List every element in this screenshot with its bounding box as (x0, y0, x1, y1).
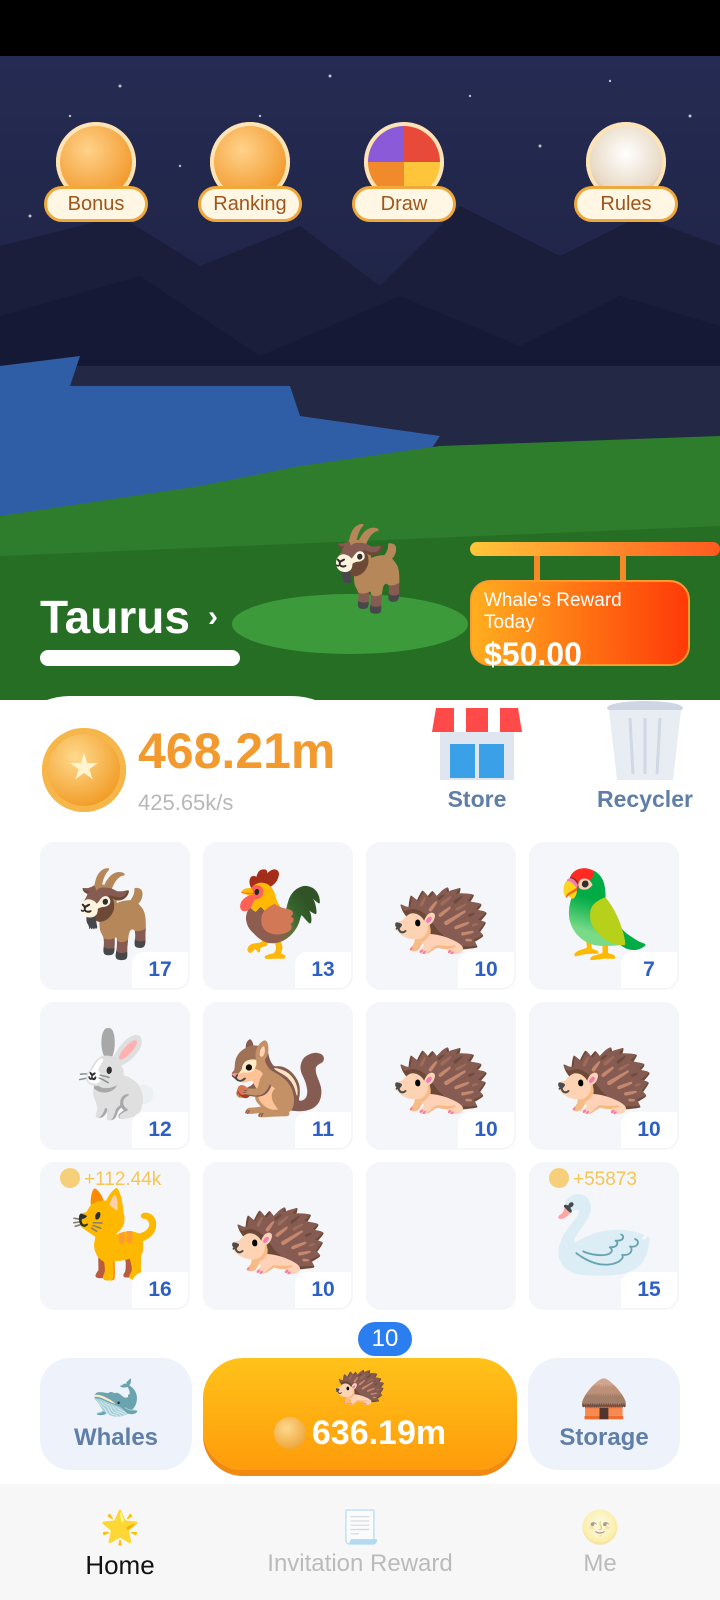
whale-reward-title: Whale's Reward Today (484, 590, 622, 633)
level-badge: 7 (621, 952, 677, 988)
grid-cell[interactable]: 🐓 13 (203, 842, 353, 990)
hedgehog-icon: 🦔 (388, 867, 494, 961)
store-label: Store (447, 786, 507, 812)
grid-cell[interactable]: 🦜 7 (529, 842, 679, 990)
coin-balance: 468.21m (138, 723, 336, 779)
chevron-right-icon[interactable]: › (208, 600, 218, 634)
reward-rod (470, 542, 720, 556)
nav-home-label: Home (85, 1550, 155, 1580)
coin-icon: ★ (42, 728, 126, 812)
bottom-nav: 🌟 Home 📃 Invitation Reward 🌝 Me (0, 1484, 720, 1600)
reward-post-left (534, 556, 540, 582)
grid-cell[interactable]: 🦔 10 (366, 842, 516, 990)
level-badge: 10 (458, 952, 514, 988)
whales-button[interactable]: 🐋 Whales (40, 1358, 192, 1470)
hedgehog-icon: 🦔 (388, 1027, 494, 1121)
level-badge: 10 (295, 1272, 351, 1308)
hut-icon: 🛖 (579, 1376, 629, 1420)
bonus-button[interactable]: Bonus (44, 122, 148, 224)
buy-animal-button[interactable]: 🦔 636.19m (203, 1358, 517, 1470)
draw-label: Draw (352, 186, 456, 222)
bonus-label: Bonus (44, 186, 148, 222)
nav-me-label: Me (583, 1550, 617, 1577)
storage-label: Storage (559, 1424, 649, 1451)
star-icon: 🌟 (100, 1509, 140, 1545)
grid-cell[interactable]: 🦔 10 (203, 1162, 353, 1310)
grid-cell-empty[interactable] (366, 1162, 516, 1310)
level-badge: 13 (295, 952, 351, 988)
whale-reward-amount: $50.00 (484, 636, 582, 672)
chipmunk-icon: 🐿️ (225, 1027, 331, 1121)
nav-me[interactable]: 🌝 Me (550, 1484, 650, 1600)
goat-icon: 🐐 (62, 867, 168, 961)
grid-cell[interactable]: 🦔 10 (529, 1002, 679, 1150)
goat-pet-icon[interactable]: 🐐 (318, 522, 420, 618)
whale-reward-card[interactable]: Whale's Reward Today $50.00 (470, 580, 690, 672)
swan-icon: 🦢 (551, 1187, 657, 1281)
store-icon (432, 708, 522, 780)
zodiac-title[interactable]: Taurus (40, 590, 190, 644)
buy-level-badge: 10 (358, 1322, 412, 1356)
store-button[interactable]: Store (432, 700, 522, 820)
moon-face-icon: 🌝 (580, 1509, 620, 1545)
parrot-icon: 🦜 (551, 867, 657, 961)
hedgehog-icon: 🦔 (551, 1027, 657, 1121)
recycler-button[interactable]: Recycler (597, 700, 693, 820)
hedgehog-icon: 🦔 (225, 1187, 331, 1281)
grid-cell[interactable]: 🐿️ 11 (203, 1002, 353, 1150)
level-badge: 12 (132, 1112, 188, 1148)
level-badge: 10 (621, 1112, 677, 1148)
nav-invitation-reward[interactable]: 📃 Invitation Reward (250, 1484, 470, 1600)
nav-invitation-label: Invitation Reward (267, 1550, 453, 1577)
cat-icon: 🐈 (62, 1187, 168, 1281)
rules-label: Rules (574, 186, 678, 222)
grid-cell[interactable]: +55873 🦢 15 (529, 1162, 679, 1310)
hedgehog-icon: 🦔 (332, 1360, 388, 1409)
level-badge: 15 (621, 1272, 677, 1308)
level-badge: 11 (295, 1112, 351, 1148)
status-bar (0, 0, 720, 56)
level-badge: 10 (458, 1112, 514, 1148)
grid-cell[interactable]: 🦔 10 (366, 1002, 516, 1150)
grid-cell[interactable]: +112.44k 🐈 16 (40, 1162, 190, 1310)
reward-post-right (620, 556, 626, 582)
recycler-label: Recycler (597, 786, 693, 812)
draw-button[interactable]: Draw (352, 122, 456, 224)
buy-price: 636.19m (203, 1414, 517, 1453)
coin-rate: 425.65k/s (138, 790, 234, 815)
storage-button[interactable]: 🛖 Storage (528, 1358, 680, 1470)
zodiac-progress-bar (40, 650, 240, 666)
whales-label: Whales (73, 1424, 159, 1451)
ranking-label: Ranking (198, 186, 302, 222)
ranking-button[interactable]: Ranking (198, 122, 302, 224)
rabbit-icon: 🐇 (62, 1027, 168, 1121)
grid-cell[interactable]: 🐇 12 (40, 1002, 190, 1150)
document-icon: 📃 (340, 1509, 380, 1545)
nav-home[interactable]: 🌟 Home (60, 1484, 180, 1600)
level-badge: 17 (132, 952, 188, 988)
grid-cell[interactable]: 🐐 17 (40, 842, 190, 990)
level-badge: 16 (132, 1272, 188, 1308)
trash-can-icon (607, 701, 683, 780)
rules-button[interactable]: Rules (574, 122, 678, 224)
rooster-icon: 🐓 (225, 867, 331, 961)
whale-icon: 🐋 (91, 1376, 141, 1420)
coin-icon (273, 1417, 306, 1449)
